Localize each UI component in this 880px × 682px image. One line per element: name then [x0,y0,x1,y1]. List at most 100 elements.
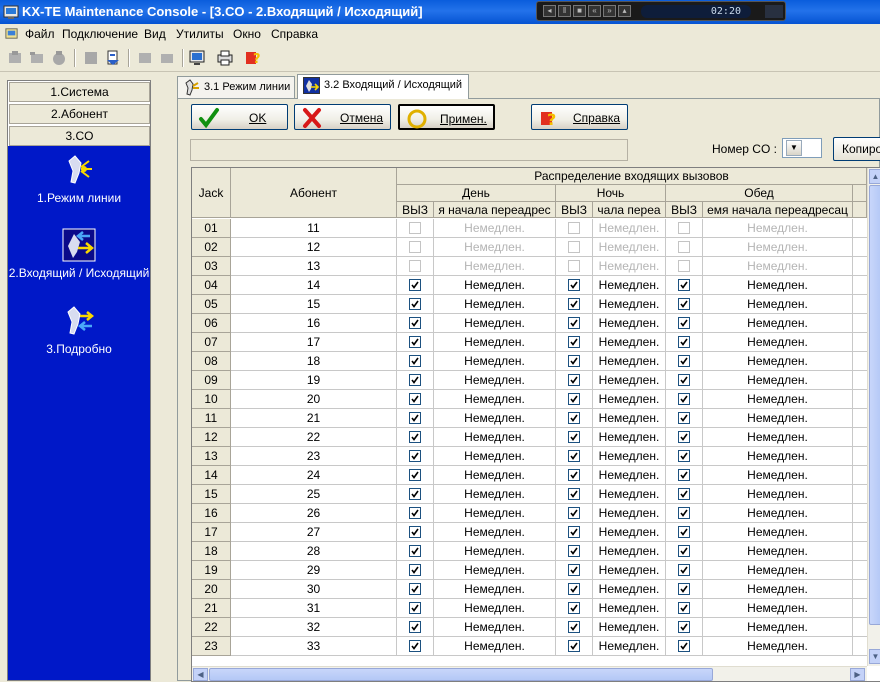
night-call-checkbox[interactable] [568,545,580,557]
tab-line-mode[interactable]: 3.1 Режим линии [177,76,295,98]
abonent-cell[interactable]: 15 [231,295,397,314]
lunch-delay-cell[interactable]: Немедлен. [703,561,853,580]
day-call-checkbox[interactable] [409,241,421,253]
lunch-call-checkbox[interactable] [678,336,690,348]
nav-item-incoming-outgoing[interactable]: 2.Входящий / Исходящий [8,228,150,280]
night-delay-cell[interactable]: Немедлен. [593,466,666,485]
day-call-checkbox[interactable] [409,260,421,272]
day-delay-cell[interactable]: Немедлен. [434,637,556,656]
apply-button[interactable]: Примен. [398,104,495,130]
day-delay-cell[interactable]: Немедлен. [434,599,556,618]
abonent-cell[interactable]: 21 [231,409,397,428]
scroll-right-icon[interactable]: ▶ [850,668,865,681]
nav-button-co[interactable]: 3.CO [9,126,150,146]
abonent-cell[interactable]: 18 [231,352,397,371]
lunch-call-checkbox[interactable] [678,526,690,538]
day-call-checkbox[interactable] [409,469,421,481]
night-call-checkbox[interactable] [568,469,580,481]
media-forward-icon[interactable]: » [603,5,616,17]
connect-icon[interactable] [6,49,24,67]
monitor-icon[interactable] [188,49,206,67]
day-delay-cell[interactable]: Немедлен. [434,371,556,390]
night-call-checkbox[interactable] [568,564,580,576]
night-delay-cell[interactable]: Немедлен. [593,352,666,371]
night-delay-cell[interactable]: Немедлен. [593,371,666,390]
night-delay-cell[interactable]: Немедлен. [593,599,666,618]
volume-slider[interactable] [765,5,783,18]
help-button[interactable]: ? Справка [531,104,628,130]
nav-button-system[interactable]: 1.Система [9,82,150,102]
day-delay-cell[interactable]: Немедлен. [434,314,556,333]
lunch-call-checkbox[interactable] [678,298,690,310]
media-stop-icon[interactable]: ■ [573,5,586,17]
abonent-cell[interactable]: 22 [231,428,397,447]
lunch-call-checkbox[interactable] [678,355,690,367]
document-icon[interactable] [4,26,19,41]
horizontal-scrollbar[interactable]: ◀ ▶ [192,666,867,681]
lunch-delay-cell[interactable]: Немедлен. [703,542,853,561]
lunch-call-checkbox[interactable] [678,412,690,424]
menu-file[interactable]: Файл [25,27,55,41]
media-pause-icon[interactable]: ‖ [558,5,571,17]
night-delay-cell[interactable]: Немедлен. [593,561,666,580]
day-delay-cell[interactable]: Немедлен. [434,447,556,466]
lunch-call-checkbox[interactable] [678,469,690,481]
lunch-delay-cell[interactable]: Немедлен. [703,314,853,333]
abonent-cell[interactable]: 33 [231,637,397,656]
day-call-checkbox[interactable] [409,431,421,443]
scroll-thumb[interactable] [209,668,713,681]
abonent-cell[interactable]: 27 [231,523,397,542]
night-call-checkbox[interactable] [568,374,580,386]
nav-item-line-mode[interactable]: 1.Режим линии [8,153,150,205]
lunch-call-checkbox[interactable] [678,317,690,329]
lunch-call-checkbox[interactable] [678,488,690,500]
day-call-checkbox[interactable] [409,640,421,652]
upload-icon[interactable] [82,49,100,67]
lunch-call-checkbox[interactable] [678,393,690,405]
day-call-checkbox[interactable] [409,507,421,519]
nav-button-abonent[interactable]: 2.Абонент [9,104,150,124]
lunch-call-checkbox[interactable] [678,374,690,386]
abonent-cell[interactable]: 20 [231,390,397,409]
abonent-cell[interactable]: 23 [231,447,397,466]
lunch-call-checkbox[interactable] [678,545,690,557]
lunch-delay-cell[interactable]: Немедлен. [703,333,853,352]
lunch-call-checkbox[interactable] [678,564,690,576]
day-call-checkbox[interactable] [409,602,421,614]
abonent-cell[interactable]: 17 [231,333,397,352]
day-delay-cell[interactable]: Немедлен. [434,409,556,428]
menu-utilities[interactable]: Утилиты [176,27,224,41]
day-call-checkbox[interactable] [409,336,421,348]
menu-help[interactable]: Справка [271,27,318,41]
night-delay-cell[interactable]: Немедлен. [593,637,666,656]
abonent-cell[interactable]: 13 [231,257,397,276]
day-call-checkbox[interactable] [409,583,421,595]
night-call-checkbox[interactable] [568,279,580,291]
lunch-delay-cell[interactable]: Немедлен. [703,428,853,447]
lunch-call-checkbox[interactable] [678,621,690,633]
lunch-delay-cell[interactable]: Немедлен. [703,390,853,409]
night-call-checkbox[interactable] [568,583,580,595]
night-call-checkbox[interactable] [568,241,580,253]
media-rewind-icon[interactable]: « [588,5,601,17]
scroll-up-icon[interactable]: ▲ [869,169,880,184]
ok-button[interactable]: OK [191,104,288,130]
lunch-delay-cell[interactable]: Немедлен. [703,485,853,504]
lunch-delay-cell[interactable]: Немедлен. [703,466,853,485]
menu-view[interactable]: Вид [144,27,166,41]
night-call-checkbox[interactable] [568,507,580,519]
night-delay-cell[interactable]: Немедлен. [593,580,666,599]
night-delay-cell[interactable]: Немедлен. [593,390,666,409]
day-delay-cell[interactable]: Немедлен. [434,485,556,504]
night-delay-cell[interactable]: Немедлен. [593,276,666,295]
night-call-checkbox[interactable] [568,298,580,310]
day-call-checkbox[interactable] [409,450,421,462]
day-call-checkbox[interactable] [409,393,421,405]
cancel-button[interactable]: Отмена [294,104,391,130]
day-delay-cell[interactable]: Немедлен. [434,390,556,409]
night-delay-cell[interactable]: Немедлен. [593,295,666,314]
nav-item-details[interactable]: 3.Подробно [8,304,150,356]
night-delay-cell[interactable]: Немедлен. [593,314,666,333]
print-icon[interactable] [158,49,176,67]
abonent-cell[interactable]: 30 [231,580,397,599]
